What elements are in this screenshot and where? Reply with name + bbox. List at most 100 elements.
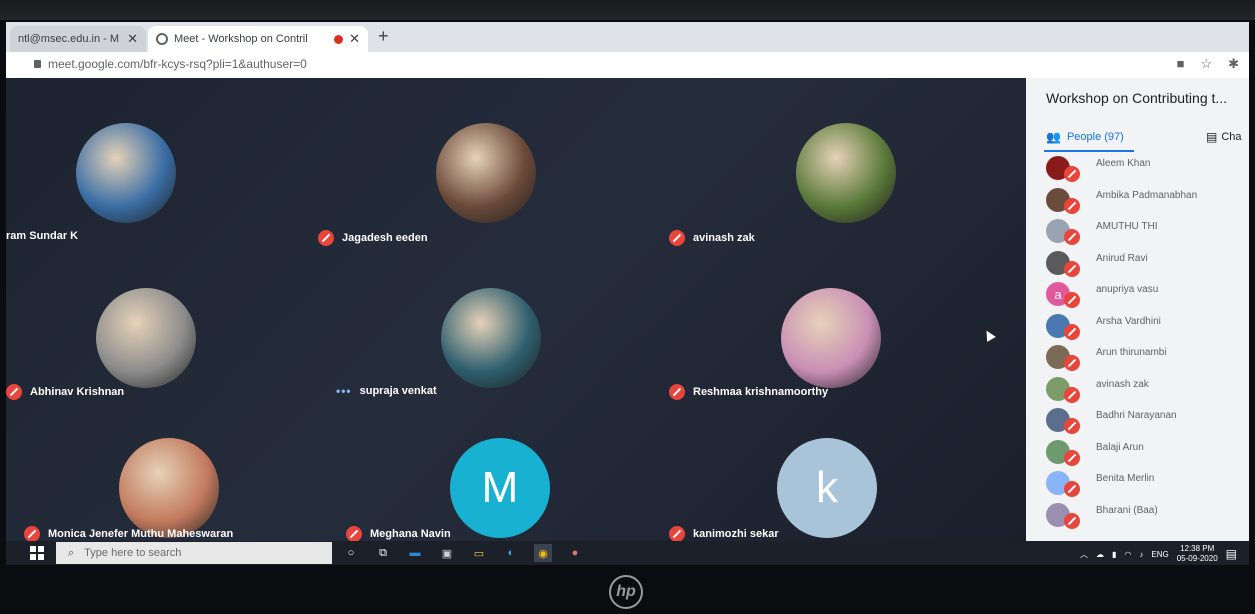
mic-off-icon <box>318 230 334 246</box>
chat-icon: ▤ <box>1206 130 1218 144</box>
meet-favicon-icon <box>156 33 168 45</box>
people-list-item[interactable]: Benita Merlin <box>1026 467 1249 497</box>
participant-name-label: Abhinav Krishnan <box>30 386 125 398</box>
tab-meet[interactable]: Meet - Workshop on Contril ✕ <box>148 26 368 52</box>
mic-off-icon <box>1064 166 1080 182</box>
cortana-icon[interactable]: ○ <box>342 544 360 562</box>
laptop-bezel <box>0 0 1255 20</box>
search-icon: ⌕ <box>68 546 75 559</box>
mic-off-icon <box>346 526 362 542</box>
cloud-icon[interactable]: ☁ <box>1096 550 1104 559</box>
chrome-icon[interactable]: ◉ <box>534 544 552 562</box>
battery-icon[interactable]: ▮ <box>1112 550 1116 559</box>
speaking-indicator-icon: ••• <box>336 384 352 398</box>
clock[interactable]: 12:38 PM 05-09-2020 <box>1177 544 1218 564</box>
chevron-up-icon[interactable]: ︿ <box>1080 549 1088 560</box>
edge-icon[interactable]: ◐ <box>502 544 520 562</box>
app-icon[interactable]: ● <box>566 544 584 562</box>
lock-icon <box>34 60 41 68</box>
windows-taskbar: ⌕ Type here to search ○ ⧉ ▬ ▣ ▭ ◐ ◉ ● ︿ … <box>6 541 1249 565</box>
close-icon[interactable]: ✕ <box>349 31 360 47</box>
person-name: Benita Merlin <box>1096 473 1155 484</box>
network-icon[interactable]: ◠ <box>1124 550 1131 559</box>
participant-avatar <box>436 123 536 223</box>
people-list-item[interactable]: a anupriya vasu <box>1026 278 1249 308</box>
star-icon[interactable]: ☆ <box>1200 56 1212 72</box>
participant-name: Meghana Navin <box>346 526 451 542</box>
person-name: AMUTHU THI <box>1096 221 1158 232</box>
tab-title: ntl@msec.edu.in - M <box>18 33 120 45</box>
extension-icon[interactable]: ✱ <box>1228 56 1239 72</box>
participant-name: kanimozhi sekar <box>669 526 779 542</box>
participant-name-label: Monica Jenefer Muthu Maheswaran <box>48 528 234 540</box>
close-icon[interactable]: ✕ <box>127 31 138 47</box>
mic-off-icon <box>1064 449 1080 466</box>
people-list-item[interactable]: Ambika Padmanabhan <box>1026 184 1249 214</box>
volume-icon[interactable]: ♪ <box>1139 550 1143 559</box>
store-icon[interactable]: ▣ <box>438 544 456 562</box>
person-name: Anirud Ravi <box>1096 252 1148 264</box>
mail-icon[interactable]: ▬ <box>406 544 424 562</box>
people-list-item[interactable]: Bharani (Baa) <box>1026 499 1249 529</box>
address-bar[interactable]: meet.google.com/bfr-kcys-rsq?pli=1&authu… <box>6 52 1249 79</box>
person-name: Arun thirunambi <box>1096 347 1167 358</box>
participant-avatar <box>119 438 219 538</box>
tab-chat[interactable]: ▤ Cha <box>1206 130 1242 144</box>
people-list-item[interactable]: Arun thirunambi <box>1026 341 1249 371</box>
mic-off-icon <box>669 526 685 542</box>
people-list-item[interactable]: Balaji Arun <box>1026 436 1249 466</box>
language-indicator[interactable]: ENG <box>1151 550 1168 559</box>
people-list-item[interactable]: Anirud Ravi <box>1026 247 1249 277</box>
person-name: Ambika Padmanabhan <box>1096 189 1198 201</box>
taskbar-apps: ○ ⧉ ▬ ▣ ▭ ◐ ◉ ● <box>342 544 584 562</box>
tab-people[interactable]: 👥 People (97) <box>1046 130 1124 144</box>
mic-off-icon <box>669 230 685 246</box>
mic-off-icon <box>1064 481 1080 497</box>
clock-time: 12:38 PM <box>1180 544 1215 553</box>
people-panel: Workshop on Contributing t... 👥 People (… <box>1026 78 1249 541</box>
notification-icon[interactable]: ▤ <box>1226 547 1237 561</box>
participant-name: Jagadesh eeden <box>318 230 428 246</box>
people-list-item[interactable]: AMUTHU THI <box>1026 215 1249 245</box>
system-tray: ︿ ☁ ▮ ◠ ♪ ENG 12:38 PM 05-09-2020 ▤ <box>1080 544 1237 564</box>
people-list-item[interactable]: Badhri Narayanan <box>1026 404 1249 434</box>
person-name: Arsha Vardhini <box>1096 315 1161 327</box>
person-name: avinash zak <box>1096 378 1149 390</box>
screen: ntl@msec.edu.in - M ✕ Meet - Workshop on… <box>6 22 1249 565</box>
people-list-item[interactable]: avinash zak <box>1026 373 1249 403</box>
task-view-icon[interactable]: ⧉ <box>374 544 392 562</box>
mic-off-icon <box>669 384 685 400</box>
new-tab-button[interactable]: + <box>378 26 389 47</box>
person-name: Aleem Khan <box>1096 158 1151 169</box>
participant-name-label: avinash zak <box>693 232 755 244</box>
participant-avatar <box>76 123 176 223</box>
person-name: Bharani (Baa) <box>1096 504 1158 516</box>
participant-avatar: k <box>777 438 877 538</box>
participant-name-label: kanimozhi sekar <box>693 528 779 540</box>
participant-name-label: Reshmaa krishnamoorthy <box>693 386 829 398</box>
tab-email[interactable]: ntl@msec.edu.in - M ✕ <box>10 26 146 52</box>
participant-name-label: Meghana Navin <box>370 528 451 540</box>
tab-title: Meet - Workshop on Contril <box>174 33 308 45</box>
participant-name: avinash zak <box>669 230 755 246</box>
mic-off-icon <box>1064 323 1080 340</box>
mic-off-icon <box>1064 197 1080 214</box>
panel-title: Workshop on Contributing t... <box>1046 90 1228 106</box>
taskbar-search[interactable]: ⌕ Type here to search <box>56 542 332 564</box>
participant-name: Reshmaa krishnamoorthy <box>669 384 828 400</box>
mic-off-icon <box>1064 418 1080 434</box>
person-name: Balaji Arun <box>1096 441 1144 453</box>
windows-start-icon[interactable] <box>30 546 44 560</box>
people-list-item[interactable]: Aleem Khan <box>1026 152 1249 182</box>
participant-name: ram Sundar K <box>6 230 78 242</box>
people-list-item[interactable]: Arsha Vardhini <box>1026 310 1249 340</box>
file-explorer-icon[interactable]: ▭ <box>470 544 488 562</box>
mic-off-icon <box>1064 386 1080 403</box>
url-text[interactable]: meet.google.com/bfr-kcys-rsq?pli=1&authu… <box>48 57 307 71</box>
mic-off-icon <box>1064 512 1080 529</box>
participant-name: Abhinav Krishnan <box>6 384 124 400</box>
camera-icon[interactable]: ■ <box>1177 56 1185 72</box>
participant-name: ••• supraja venkat <box>336 384 437 398</box>
participant-avatar <box>796 123 896 223</box>
mic-off-icon <box>6 384 22 400</box>
